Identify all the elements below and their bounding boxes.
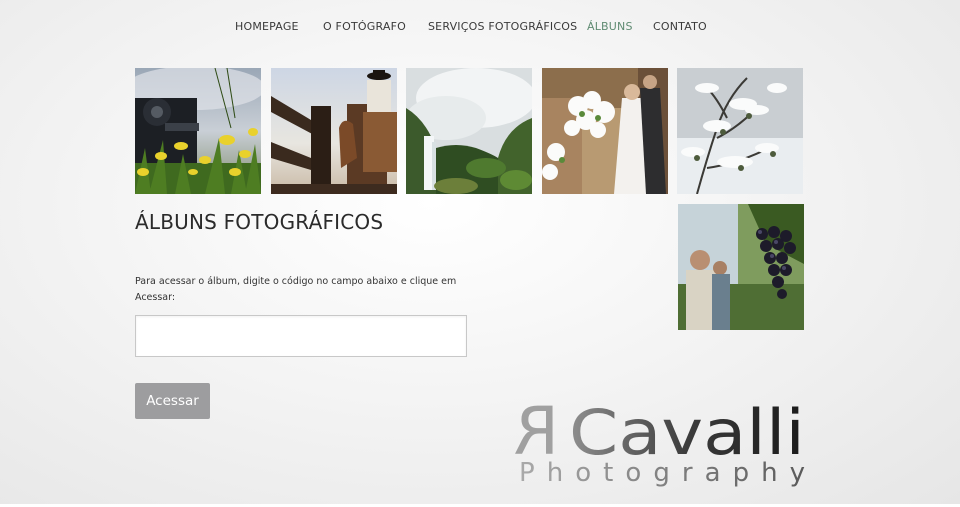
nav-item-albums[interactable]: ÁLBUNS (587, 20, 633, 33)
rcavalli-logo: R Cavalli Photography (515, 380, 815, 490)
nav-item-photographer[interactable]: O FOTÓGRAFO (323, 20, 406, 33)
logo-tagline: Photography (519, 458, 805, 488)
snow-tree-photo (677, 68, 803, 194)
album-thumb-grapes[interactable] (678, 204, 804, 330)
main-nav: HOMEPAGE O FOTÓGRAFO SERVIÇOS FOTOGRÁFIC… (0, 20, 960, 36)
nav-item-homepage[interactable]: HOMEPAGE (235, 20, 299, 33)
album-thumb-locomotive[interactable] (135, 68, 261, 194)
wedding-photo (542, 68, 668, 194)
access-button[interactable]: Acessar (135, 383, 210, 419)
page-title: ÁLBUNS FOTOGRÁFICOS (135, 210, 384, 234)
album-thumb-waterfall[interactable] (406, 68, 532, 194)
nav-item-services[interactable]: SERVIÇOS FOTOGRÁFICOS (428, 20, 577, 33)
logo-graphic: R Cavalli Photography (515, 393, 805, 488)
grapes-photo (678, 204, 804, 330)
waterfall-photo (406, 68, 532, 194)
nav-item-contact[interactable]: CONTATO (653, 20, 707, 33)
album-thumb-gaucho[interactable] (271, 68, 397, 194)
access-instructions: Para acessar o álbum, digite o código no… (135, 276, 457, 303)
album-thumb-wedding[interactable] (542, 68, 668, 194)
locomotive-photo (135, 68, 261, 194)
album-code-input[interactable] (135, 315, 467, 357)
album-thumb-snow[interactable] (677, 68, 803, 194)
gaucho-photo (271, 68, 397, 194)
